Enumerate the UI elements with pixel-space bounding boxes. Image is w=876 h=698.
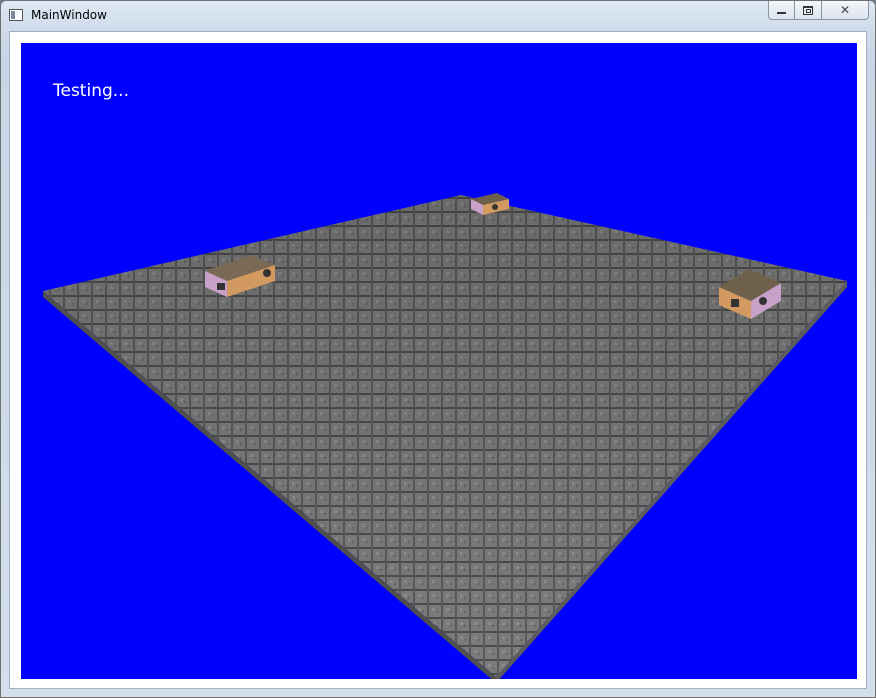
restore-icon: [803, 5, 813, 15]
maximize-button[interactable]: [795, 1, 822, 20]
caption-buttons: ✕: [768, 1, 869, 20]
main-window: MainWindow ✕ Testing...: [0, 0, 876, 698]
window-app-icon[interactable]: [9, 9, 23, 21]
minimize-button[interactable]: [768, 1, 795, 20]
client-area: Testing...: [9, 31, 867, 689]
close-button[interactable]: ✕: [822, 1, 869, 20]
scene-canvas: [43, 193, 847, 679]
minimize-icon: [777, 11, 786, 14]
3d-viewport[interactable]: Testing...: [21, 43, 857, 679]
title-bar[interactable]: MainWindow ✕: [1, 1, 875, 29]
window-title: MainWindow: [31, 8, 107, 22]
status-overlay-text: Testing...: [53, 81, 129, 101]
close-icon: ✕: [839, 3, 851, 17]
floor-plane: [43, 195, 847, 679]
